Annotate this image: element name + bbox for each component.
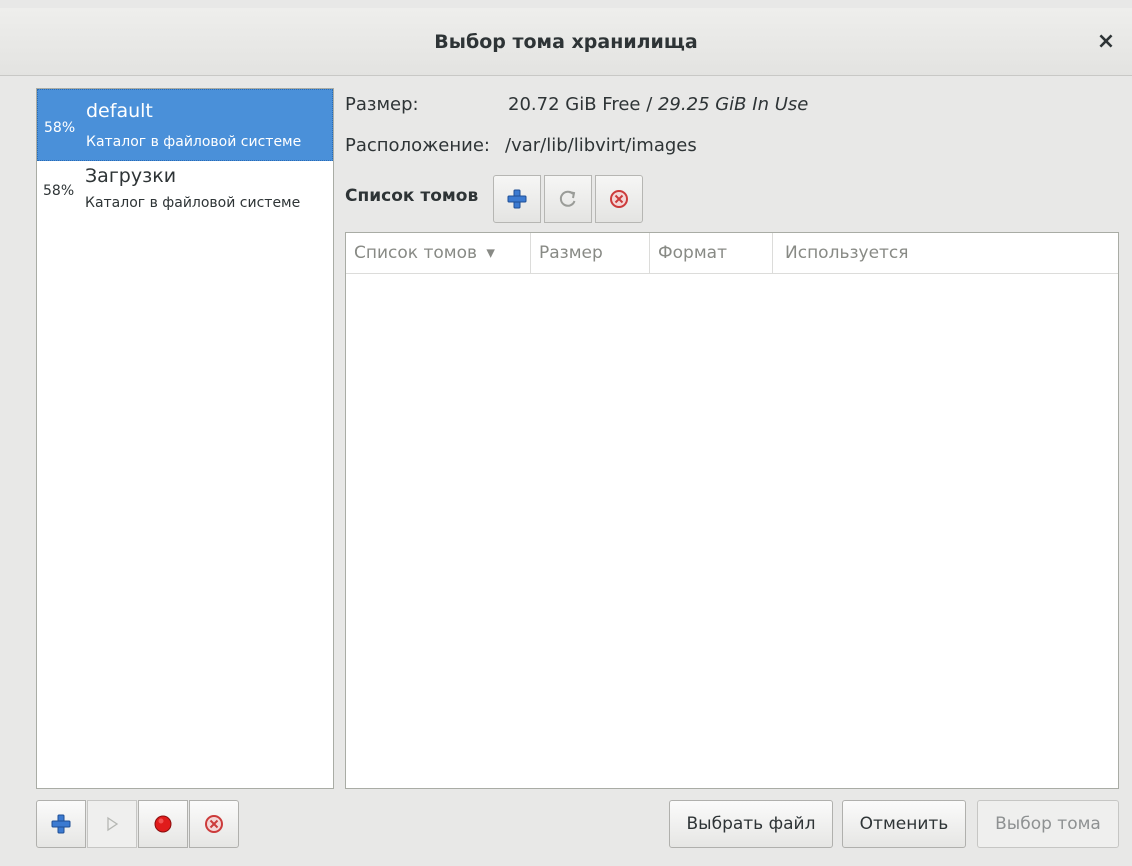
title-bar: Выбор тома хранилища × (0, 8, 1132, 76)
refresh-volumes-button[interactable] (544, 175, 592, 223)
sort-down-icon: ▾ (486, 243, 495, 263)
add-pool-button[interactable] (36, 800, 86, 848)
delete-pool-button[interactable] (189, 800, 239, 848)
storage-volume-dialog: Выбор тома хранилища × 58% default Катал… (0, 0, 1132, 866)
volume-list-heading: Список томов (345, 186, 479, 206)
pool-description: Каталог в файловой системе (85, 195, 301, 211)
pool-item-default[interactable]: 58% default Каталог в файловой системе (37, 89, 333, 161)
pool-usage: 58% (43, 183, 75, 199)
size-label: Размер: (345, 94, 419, 115)
location-label: Расположение: (345, 135, 490, 156)
storage-pool-list[interactable]: 58% default Каталог в файловой системе 5… (36, 88, 334, 789)
plus-icon (507, 189, 527, 209)
record-icon (154, 815, 172, 833)
add-volume-button[interactable] (493, 175, 541, 223)
pool-name: Загрузки (85, 165, 177, 187)
browse-file-button[interactable]: Выбрать файл (669, 800, 833, 848)
stop-pool-button[interactable] (138, 800, 188, 848)
pool-item-downloads[interactable]: 58% Загрузки Каталог в файловой системе (37, 161, 333, 231)
volume-table-header: Список томов ▾ Размер Формат Используетс… (346, 233, 1118, 274)
column-header-format[interactable]: Формат (650, 233, 773, 273)
volume-table[interactable]: Список томов ▾ Размер Формат Используетс… (345, 232, 1119, 789)
cancel-button[interactable]: Отменить (842, 800, 966, 848)
pool-description: Каталог в файловой системе (86, 134, 302, 150)
start-pool-button[interactable] (87, 800, 137, 848)
delete-icon (610, 190, 628, 208)
column-label: Формат (658, 243, 727, 263)
play-icon (107, 816, 119, 832)
close-button[interactable]: × (1092, 28, 1120, 56)
choose-volume-button[interactable]: Выбор тома (977, 800, 1119, 848)
plus-icon (51, 814, 71, 834)
pool-name: default (86, 100, 153, 122)
pool-usage: 58% (44, 120, 76, 136)
column-label: Используется (785, 243, 909, 263)
delete-icon (205, 815, 223, 833)
size-separator: / (640, 94, 658, 115)
column-label: Размер (539, 243, 603, 263)
size-in-use: 29.25 GiB In Use (657, 94, 809, 115)
refresh-icon (559, 190, 576, 207)
window-title: Выбор тома хранилища (434, 31, 698, 53)
column-header-size[interactable]: Размер (531, 233, 650, 273)
column-label: Список томов (354, 243, 478, 263)
size-free: 20.72 GiB Free (508, 94, 641, 115)
delete-volume-button[interactable] (595, 175, 643, 223)
column-header-used-by[interactable]: Используется (773, 233, 1118, 273)
size-value: 20.72 GiB Free / 29.25 GiB In Use (508, 94, 808, 115)
column-header-name[interactable]: Список томов ▾ (346, 233, 531, 273)
location-value: /var/lib/libvirt/images (505, 135, 697, 156)
